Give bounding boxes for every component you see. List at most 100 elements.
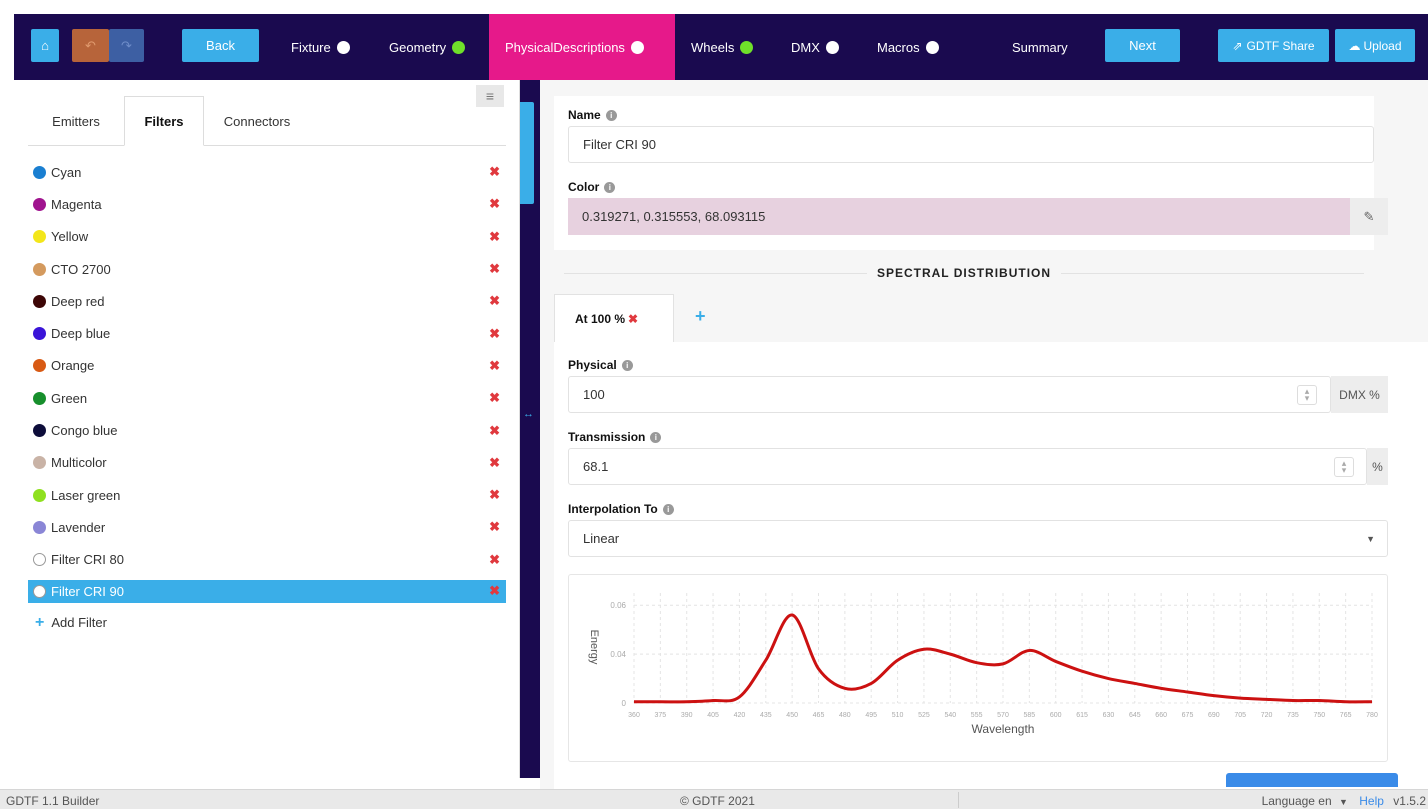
transmission-input[interactable]: 68.1 (568, 448, 1367, 485)
info-icon[interactable]: i (604, 181, 616, 193)
filter-item[interactable]: CTO 2700 ✖ (28, 253, 506, 285)
filter-item[interactable]: Deep red ✖ (28, 285, 506, 317)
x-tick-label: 735 (1287, 712, 1299, 719)
step-summary[interactable]: Summary (1012, 14, 1068, 80)
add-filter-button[interactable]: + Add Filter (28, 608, 506, 638)
step-physical-descriptions[interactable]: PhysicalDescriptions (489, 14, 675, 80)
filter-item[interactable]: Deep blue ✖ (28, 317, 506, 349)
filter-item[interactable]: Filter CRI 80 ✖ (28, 544, 506, 576)
tab-connectors[interactable]: Connectors (204, 96, 310, 146)
edit-color-button[interactable]: ✎ (1350, 198, 1388, 235)
x-tick-label: 630 (1103, 712, 1115, 719)
next-button[interactable]: Next (1105, 29, 1180, 62)
upload-button[interactable]: ☁ Upload (1335, 29, 1415, 62)
color-swatch (33, 230, 46, 244)
import-button[interactable] (1226, 773, 1398, 787)
physical-input[interactable]: 100 (568, 376, 1331, 413)
step-label: Fixture (291, 39, 331, 55)
filter-item[interactable]: Congo blue ✖ (28, 414, 506, 446)
filter-name: CTO 2700 (51, 261, 111, 277)
delete-icon[interactable]: ✖ (489, 519, 500, 535)
filter-item[interactable]: Orange ✖ (28, 350, 506, 382)
home-button[interactable]: ⌂ (31, 29, 59, 62)
x-tick-label: 405 (707, 712, 719, 719)
gdtf-share-button[interactable]: ⇗ GDTF Share (1218, 29, 1329, 62)
name-input[interactable]: Filter CRI 90 (568, 126, 1374, 163)
spectral-chart-svg: 0 0.04 0.06 360 375 390 405 420 435 450 465 480 495 5… (588, 593, 1378, 736)
color-swatch (33, 488, 46, 502)
delete-icon[interactable]: ✖ (489, 423, 500, 439)
step-label: Geometry (389, 39, 447, 55)
y-tick-label: 0 (622, 699, 627, 708)
cloud-upload-icon: ☁ (1348, 38, 1361, 53)
upload-label: Upload (1363, 38, 1402, 53)
undo-button[interactable]: ↶ (72, 29, 109, 62)
color-swatch (33, 262, 46, 276)
filter-item[interactable]: Lavender ✖ (28, 511, 506, 543)
language-select[interactable]: Language en (1262, 794, 1332, 808)
interpolation-select[interactable]: Linear ▼ (568, 520, 1388, 557)
filter-item[interactable]: Filter CRI 90 ✖ (28, 579, 506, 603)
tab-label: At 100 % (575, 311, 626, 326)
redo-button[interactable]: ↷ (109, 29, 144, 62)
delete-icon[interactable]: ✖ (489, 455, 500, 471)
delete-icon[interactable]: ✖ (489, 326, 500, 342)
step-dmx[interactable]: DMX (791, 14, 839, 80)
delete-icon[interactable]: ✖ (489, 196, 500, 212)
tab-emitters[interactable]: Emitters (28, 96, 124, 146)
delete-icon[interactable]: ✖ (489, 583, 500, 599)
info-icon[interactable]: i (650, 431, 662, 443)
info-icon[interactable]: i (621, 359, 633, 371)
filter-item[interactable]: Laser green ✖ (28, 479, 506, 511)
color-input[interactable]: 0.319271, 0.315553, 68.093115 (568, 198, 1350, 235)
transmission-stepper[interactable]: ▴ ▾ (1334, 457, 1354, 477)
chevron-down-icon: ▼ (1339, 797, 1348, 807)
delete-icon[interactable]: ✖ (489, 164, 500, 180)
filters-panel: ≡ Emitters Filters Connectors Cyan ✖ Magen… (14, 80, 520, 778)
y-tick-label: 0.04 (610, 650, 626, 659)
x-tick-label: 495 (865, 712, 877, 719)
back-button[interactable]: Back (182, 29, 259, 62)
collapse-handle[interactable] (520, 102, 534, 204)
step-label: PhysicalDescriptions (505, 39, 625, 55)
info-icon[interactable]: i (662, 503, 674, 515)
y-axis-label: Energy (588, 630, 600, 665)
delete-icon[interactable]: ✖ (489, 552, 500, 568)
physical-stepper[interactable]: ▴ ▾ (1297, 385, 1317, 405)
measurement-card: Physical i 100 ▴ ▾ DMX % Transmission i 68.… (554, 342, 1428, 809)
series-line (634, 613, 1373, 704)
color-swatch (33, 520, 46, 534)
x-axis-label: Wavelength (972, 722, 1035, 736)
step-geometry[interactable]: Geometry (389, 14, 466, 80)
step-fixture[interactable]: Fixture (291, 14, 350, 80)
filter-item[interactable]: Green ✖ (28, 382, 506, 414)
tab-at-100[interactable]: At 100 % ✖ (554, 294, 674, 342)
filter-item[interactable]: Cyan ✖ (28, 156, 506, 188)
close-tab-icon[interactable]: ✖ (628, 312, 638, 326)
x-tick-label: 450 (786, 712, 798, 719)
add-measurement-button[interactable]: + (695, 306, 706, 327)
filter-item[interactable]: Yellow ✖ (28, 221, 506, 253)
delete-icon[interactable]: ✖ (489, 358, 500, 374)
delete-icon[interactable]: ✖ (489, 390, 500, 406)
x-tick-label: 435 (760, 712, 772, 719)
version: v1.5.2 (1393, 794, 1426, 808)
help-link[interactable]: Help (1359, 794, 1384, 808)
color-label: Color i (568, 180, 616, 194)
filter-item[interactable]: Magenta ✖ (28, 188, 506, 220)
delete-icon[interactable]: ✖ (489, 293, 500, 309)
filter-item[interactable]: Multicolor ✖ (28, 447, 506, 479)
delete-icon[interactable]: ✖ (489, 229, 500, 245)
x-tick-label: 780 (1366, 712, 1378, 719)
info-icon[interactable]: i (605, 109, 617, 121)
tab-filters[interactable]: Filters (124, 96, 204, 146)
spectral-chart: 0 0.04 0.06 360 375 390 405 420 435 450 465 480 495 5… (568, 574, 1388, 762)
step-wheels[interactable]: Wheels (691, 14, 754, 80)
color-swatch (33, 294, 46, 308)
step-macros[interactable]: Macros (877, 14, 939, 80)
color-swatch (33, 553, 46, 567)
delete-icon[interactable]: ✖ (489, 487, 500, 503)
delete-icon[interactable]: ✖ (489, 261, 500, 277)
panel-splitter[interactable]: ↔ (520, 80, 540, 778)
x-tick-label: 510 (892, 712, 904, 719)
